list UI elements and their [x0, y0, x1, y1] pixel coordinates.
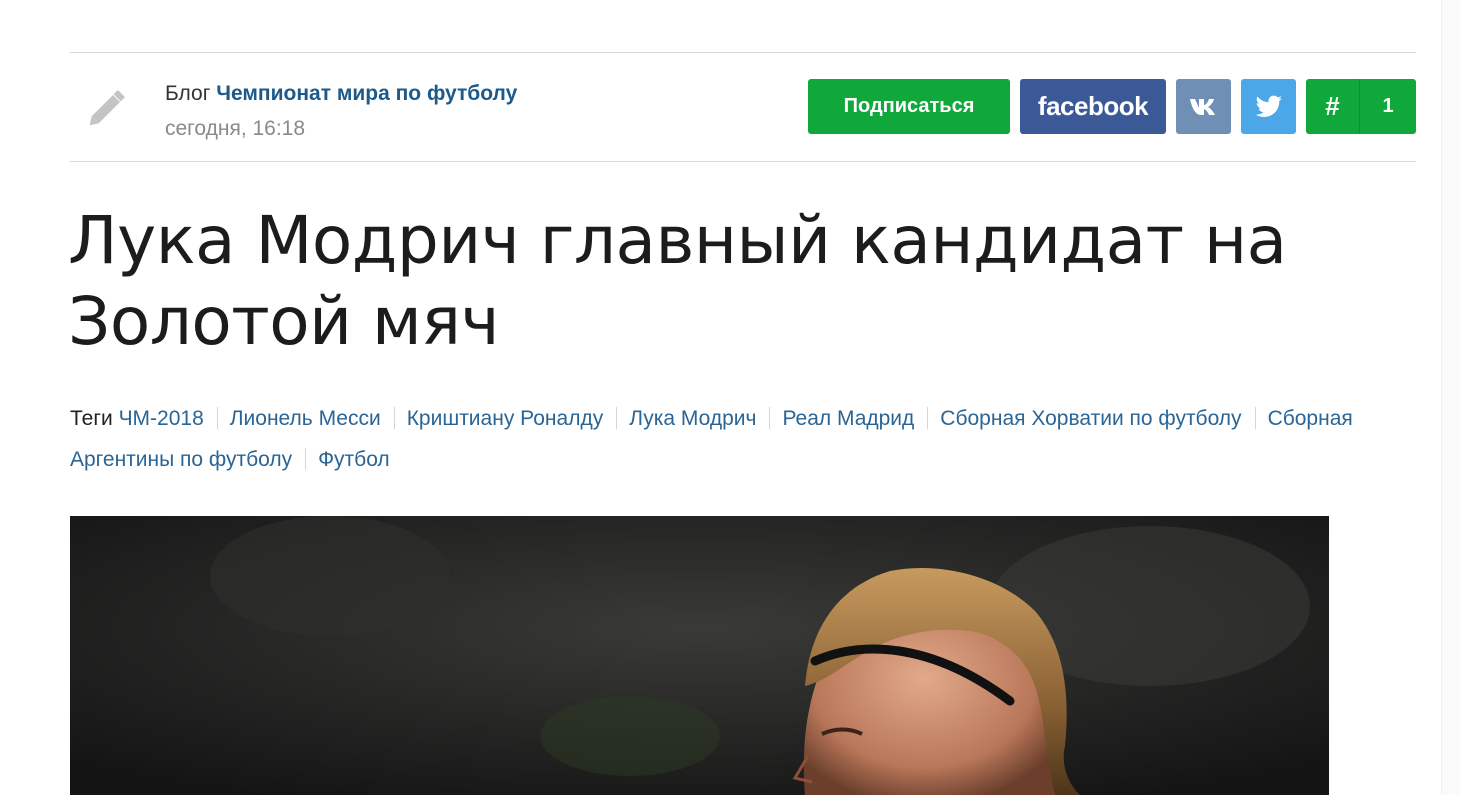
article-photo	[70, 516, 1329, 795]
tag-separator	[393, 407, 395, 429]
scrollbar[interactable]	[1441, 0, 1460, 795]
hashtag-count: 1	[1382, 95, 1394, 117]
hashtag-label: #	[1306, 79, 1360, 134]
pencil-icon	[89, 90, 125, 126]
tag-separator	[927, 407, 929, 429]
tag-link[interactable]: Лионель Месси	[230, 407, 381, 430]
tags-label: Теги	[70, 407, 113, 430]
tag-link[interactable]: Сборная Хорватии по футболу	[940, 407, 1241, 430]
blog-link[interactable]: Чемпионат мира по футболу	[216, 82, 517, 105]
footballer-photo-image	[70, 516, 1329, 795]
tag-separator	[1254, 407, 1256, 429]
hashtag-button[interactable]: # 1	[1306, 79, 1416, 134]
tag-separator	[616, 407, 618, 429]
post-date: сегодня, 16:18	[165, 117, 306, 140]
twitter-share-button[interactable]	[1241, 79, 1296, 134]
vk-icon	[1189, 98, 1215, 115]
page: Блог Чемпионат мира по футболу сегодня, …	[0, 0, 1460, 795]
tags-list: Теги ЧМ-2018 Лионель Месси Криштиану Ронал…	[70, 398, 1360, 480]
post-meta-bar: Блог Чемпионат мира по футболу сегодня, …	[70, 52, 1416, 162]
blog-line: Блог Чемпионат мира по футболу	[165, 82, 517, 106]
twitter-bird-icon	[1255, 95, 1282, 117]
vk-share-button[interactable]	[1176, 79, 1231, 134]
tag-link[interactable]: ЧМ-2018	[119, 407, 204, 430]
facebook-share-button[interactable]: facebook	[1020, 79, 1166, 134]
tag-link[interactable]: Криштиану Роналду	[407, 407, 604, 430]
tag-separator	[216, 407, 218, 429]
tag-link[interactable]: Лука Модрич	[629, 407, 756, 430]
article-title: Лука Модрич главный кандидат на Золотой …	[68, 202, 1287, 360]
tag-link[interactable]: Футбол	[318, 448, 390, 471]
tag-separator	[305, 448, 307, 470]
blog-prefix: Блог	[165, 82, 211, 105]
subscribe-button[interactable]: Подписаться	[808, 79, 1010, 134]
tag-link[interactable]: Реал Мадрид	[782, 407, 914, 430]
tag-separator	[769, 407, 771, 429]
